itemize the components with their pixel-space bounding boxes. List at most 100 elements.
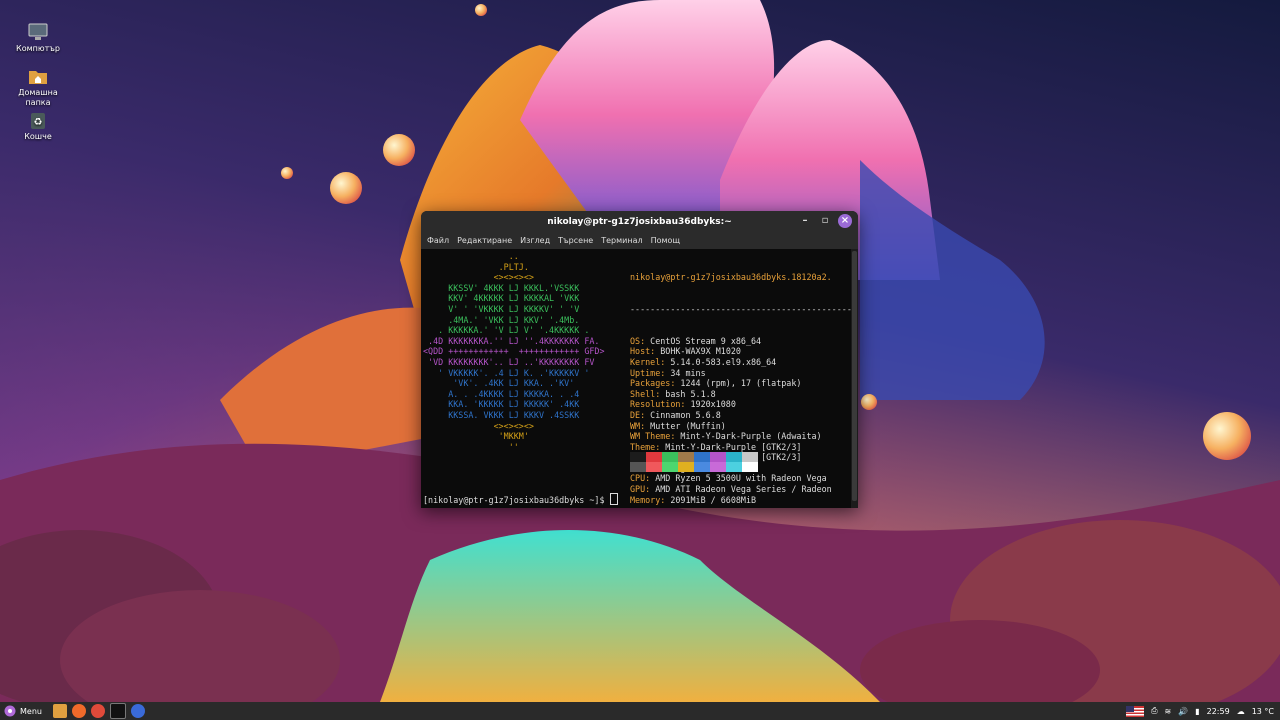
desktop-icon-label: Компютър: [16, 44, 60, 53]
info-value: AMD ATI Radeon Vega Series / Radeon: [655, 484, 832, 495]
info-key: WM Theme:: [630, 431, 681, 442]
ascii-logo-line: ..: [423, 251, 519, 261]
printer-icon[interactable]: ⎙: [1151, 706, 1157, 716]
info-value: 1920x1080: [690, 399, 736, 410]
close-button[interactable]: ×: [838, 214, 852, 228]
ascii-logo-line: ' VKKKKK'. .4 LJ K. .'KKKKKV ': [423, 367, 590, 378]
desktop-icon-trash[interactable]: ♻ Кошче: [10, 110, 66, 142]
palette-swatch: [710, 462, 726, 472]
palette-swatch: [742, 452, 758, 462]
ascii-logo-line: 'MKKM': [423, 431, 529, 442]
palette-swatch: [694, 452, 710, 462]
firefox-icon[interactable]: [71, 704, 86, 718]
info-key: Uptime:: [630, 367, 671, 378]
palette-swatch: [710, 452, 726, 462]
user-host: nikolay@ptr-g1z7josixbau36dbyks.18120a2.: [630, 272, 832, 283]
info-line: Kernel: 5.14.0-583.el9.x86_64: [630, 357, 857, 368]
minimize-button[interactable]: –: [798, 214, 812, 228]
info-key: Host:: [630, 346, 661, 357]
ascii-logo-line: <><><><>: [423, 420, 534, 431]
computer-icon: [27, 22, 49, 42]
volume-icon[interactable]: 🔊: [1178, 707, 1188, 716]
desktop-icon-computer[interactable]: Компютър: [10, 22, 66, 54]
palette-swatch: [662, 462, 678, 472]
info-key: Resolution:: [630, 399, 691, 410]
info-value: 2091MiB / 6608MiB: [670, 494, 757, 505]
info-key: CPU:: [630, 473, 656, 484]
palette-swatch: [694, 462, 710, 472]
ascii-logo-line: . KKKKKA.' 'V LJ V' '.4KKKKK .: [423, 325, 590, 336]
us-flag-icon[interactable]: [1126, 705, 1145, 717]
desktop-icon-home-folder[interactable]: Домашна папка: [10, 66, 66, 108]
terminal-output[interactable]: .. .PLTJ. <><><><> KKSSV' 4KKK LJ KKKL.'…: [421, 249, 857, 508]
menu-terminal[interactable]: Терминал: [601, 236, 642, 245]
maximize-button[interactable]: ▫: [818, 214, 832, 228]
palette-swatch: [646, 462, 662, 472]
terminal-window[interactable]: nikolay@ptr-g1z7josixbau36dbyks:~ – ▫ × …: [421, 211, 858, 508]
desktop-icon-label: Кошче: [24, 132, 52, 141]
info-value: bash 5.1.8: [665, 388, 716, 399]
ascii-logo-line: KKA. 'KKKKK LJ KKKKK' .4KK: [423, 399, 580, 410]
ascii-logo-line: 'VK'. .4KK LJ KKA. .'KV': [423, 378, 575, 389]
clock[interactable]: 22:59: [1207, 707, 1230, 716]
info-value: Mutter (Muffin): [650, 420, 726, 431]
menu-edit[interactable]: Редактиране: [457, 236, 512, 245]
info-key: OS:: [630, 335, 651, 346]
palette-swatch: [726, 462, 742, 472]
info-line: Host: BOHK-WAX9X M1020: [630, 346, 857, 357]
ascii-logo-line: .4MA.' 'VKK LJ KKV' '.4Mb.: [423, 314, 580, 325]
window-titlebar[interactable]: nikolay@ptr-g1z7josixbau36dbyks:~ – ▫ ×: [421, 211, 858, 232]
palette-swatch: [662, 452, 678, 462]
menu-file[interactable]: Файл: [427, 236, 449, 245]
ascii-logo-line: <QDD ++++++++++++ ++++++++++++ GFD>: [423, 346, 605, 357]
info-line: GPU: AMD ATI Radeon Vega Series / Radeon: [630, 484, 857, 495]
ascii-logo-line: .4D KKKKKKKA.'' LJ ''.4KKKKKKK FA.: [423, 335, 600, 346]
system-tray: ⎙ ≋ 🔊 ▮ 22:59 ☁ 13 °C: [1126, 702, 1274, 720]
ascii-logo-line: A. . .4KKKK LJ KKKKA. . .4: [423, 388, 580, 399]
info-key: Theme:: [630, 441, 666, 452]
ascii-logo-line: KKSSV' 4KKK LJ KKKL.'VSSKK: [423, 282, 580, 293]
terminal-icon[interactable]: [109, 703, 126, 719]
palette-swatch: [742, 462, 758, 472]
home-folder-icon: [27, 66, 49, 86]
info-key: Shell:: [630, 388, 666, 399]
ascii-logo-line: KKV' 4KKKKK LJ KKKKAL 'VKK: [423, 293, 580, 304]
menu-button[interactable]: Menu: [0, 705, 48, 717]
info-key: Packages:: [630, 378, 681, 389]
info-line: DE: Cinnamon 5.6.8: [630, 410, 857, 421]
centos-ascii-logo: .. .PLTJ. <><><><> KKSSV' 4KKK LJ KKKL.'…: [423, 251, 623, 452]
info-line: Shell: bash 5.1.8: [630, 389, 857, 400]
network-icon[interactable]: ≋: [1165, 707, 1172, 716]
shell-prompt[interactable]: [nikolay@ptr-g1z7josixbau36dbyks ~]$: [423, 493, 618, 506]
info-key: DE:: [630, 409, 651, 420]
scrollbar[interactable]: [851, 249, 858, 508]
menu-view[interactable]: Изглед: [520, 236, 550, 245]
files-icon[interactable]: [52, 704, 67, 718]
palette-swatch: [678, 452, 694, 462]
fedora-icon[interactable]: [130, 704, 145, 718]
info-key: Memory:: [630, 494, 671, 505]
ascii-logo-line: '': [423, 441, 519, 452]
info-value: AMD Ryzen 5 3500U with Radeon Vega: [655, 473, 827, 484]
info-value: CentOS Stream 9 x86_64: [650, 335, 762, 346]
desktop-icon-label: Домашна папка: [18, 88, 58, 107]
info-line: CPU: AMD Ryzen 5 3500U with Radeon Vega: [630, 473, 857, 484]
battery-icon[interactable]: ▮: [1195, 707, 1199, 716]
info-line: Resolution: 1920x1080: [630, 399, 857, 410]
info-line: Uptime: 34 mins: [630, 368, 857, 379]
info-line: Packages: 1244 (rpm), 17 (flatpak): [630, 378, 857, 389]
weather-icon[interactable]: ☁: [1237, 707, 1245, 716]
chrome-icon[interactable]: [90, 704, 105, 718]
terminal-menubar: Файл Редактиране Изглед Търсене Терминал…: [421, 232, 858, 249]
menu-help[interactable]: Помощ: [651, 236, 680, 245]
window-title: nikolay@ptr-g1z7josixbau36dbyks:~: [547, 216, 732, 227]
menu-search[interactable]: Търсене: [558, 236, 593, 245]
trash-icon: ♻: [27, 110, 49, 130]
scrollbar-thumb[interactable]: [852, 251, 857, 501]
palette-swatch: [630, 452, 646, 462]
ascii-logo-line: <><><><>: [423, 272, 534, 283]
info-key: WM:: [630, 420, 651, 431]
ascii-logo-line: 'VD KKKKKKKK'.. LJ ..'KKKKKKKK FV: [423, 356, 595, 367]
temperature[interactable]: 13 °C: [1252, 707, 1274, 716]
color-palette: [630, 452, 758, 472]
